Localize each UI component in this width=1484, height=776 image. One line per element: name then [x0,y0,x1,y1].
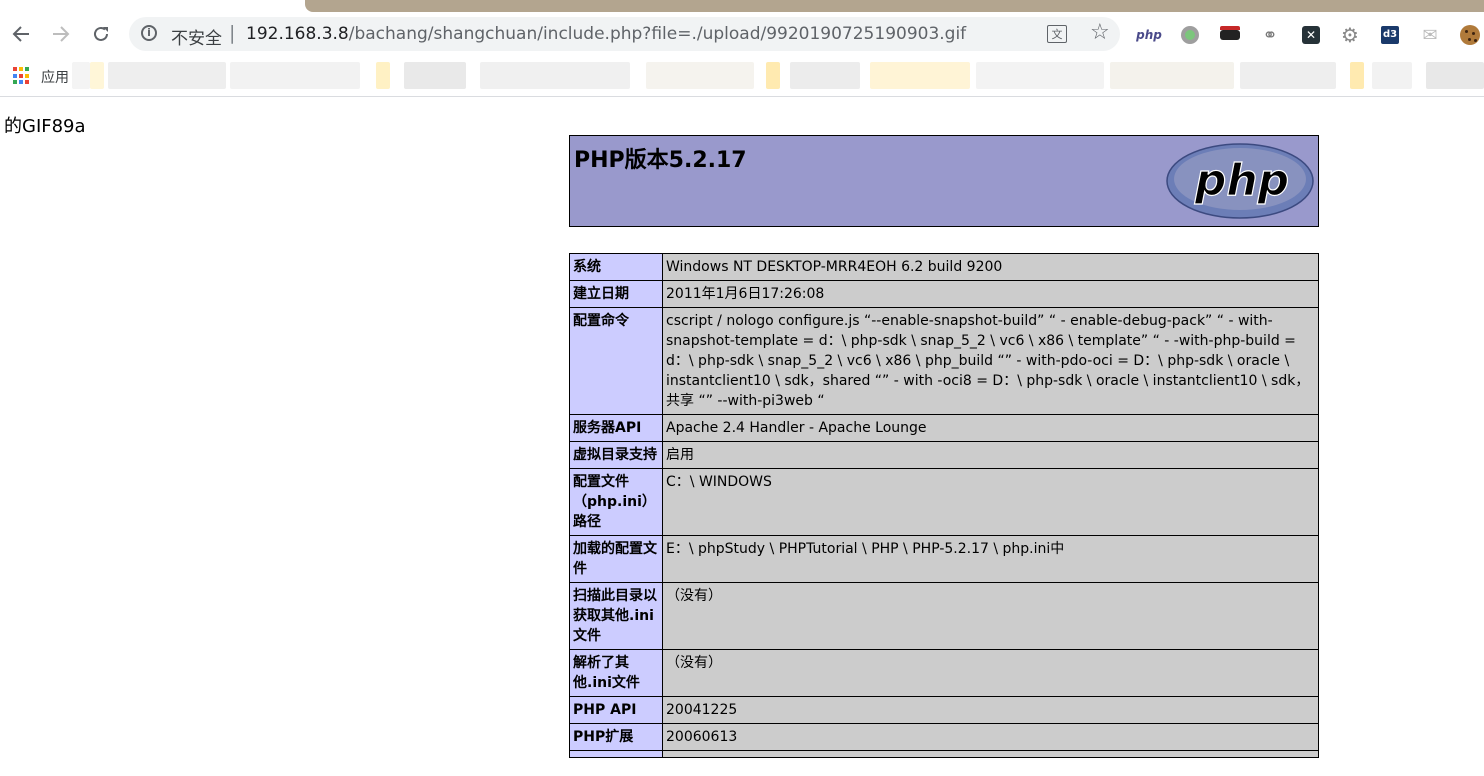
forward-arrow-icon [53,26,70,42]
row-value: C：\ WINDOWS [662,468,1319,536]
address-separator: | [229,22,236,44]
table-row: PHP API 20041225 [569,696,1319,724]
blurred-bookmark[interactable] [404,62,466,89]
php-extension-icon[interactable]: php [1136,24,1162,46]
php-logo-text: php [1194,155,1289,206]
row-key: 配置命令 [569,307,663,415]
security-label: 不安全 [171,29,222,49]
row-value: （没有） [662,582,1319,650]
table-row: 建立日期 2011年1月6日17:26:08 [569,280,1319,308]
table-row: 配置命令 cscript / nologo configure.js “--ena… [569,307,1319,415]
blurred-bookmark[interactable] [766,62,780,89]
green-dot-extension-icon[interactable] [1179,24,1201,46]
reload-button[interactable] [87,20,115,48]
row-value: cscript / nologo configure.js “--enable-… [662,307,1319,415]
table-row: 解析了其他.ini文件 （没有） [569,649,1319,697]
row-value: （没有） [662,649,1319,697]
row-key: 建立日期 [569,280,663,308]
link-extension-icon[interactable]: ⚭ [1259,24,1281,46]
url-path: /bachang/shangchuan/include.php?file=./u… [348,24,967,44]
table-row: 服务器API Apache 2.4 Handler - Apache Lounge [569,414,1319,442]
row-value: 20060613 [662,723,1319,751]
row-value: E：\ phpStudy \ PHPTutorial \ PHP \ PHP-5… [662,535,1319,583]
table-row: 系统 Windows NT DESKTOP-MRR4EOH 6.2 build 9… [569,253,1319,281]
back-button[interactable] [7,20,35,48]
cookie-extension-icon[interactable] [1459,24,1481,46]
x-extension-icon[interactable]: ✕ [1300,24,1322,46]
row-value: 2011年1月6日17:26:08 [662,280,1319,308]
address-bar[interactable]: i 不安全 | 192.168.3.8/bachang/shangchuan/i… [129,17,1120,51]
phpinfo-table: 系统 Windows NT DESKTOP-MRR4EOH 6.2 build 9… [569,253,1319,758]
row-key: 服务器API [569,414,663,442]
table-row: 配置文件（php.ini）路径 C：\ WINDOWS [569,468,1319,536]
info-icon[interactable]: i [141,25,157,41]
blurred-bookmark[interactable] [646,62,754,89]
row-key: PHP扩展 [569,723,663,751]
blurred-bookmark[interactable] [72,62,90,89]
blurred-bookmark[interactable] [976,62,1104,89]
blurred-bookmark[interactable] [1350,62,1364,89]
row-key: PHP API [569,696,663,724]
table-row: 加载的配置文件 E：\ phpStudy \ PHPTutorial \ PHP … [569,535,1319,583]
row-value: 20041225 [662,696,1319,724]
row-key: 加载的配置文件 [569,535,663,583]
translate-icon[interactable]: 文 [1047,25,1067,43]
row-key [569,750,663,758]
table-row: PHP扩展 20060613 [569,723,1319,751]
bookmarks-bar: 应用 [0,58,1484,97]
blurred-bookmark[interactable] [1110,62,1234,89]
tab-strip-background [305,0,1484,12]
row-value: 启用 [662,441,1319,469]
gif-header-text: 的GIF89a [4,116,86,137]
url-text[interactable]: 192.168.3.8/bachang/shangchuan/include.p… [246,24,966,44]
row-key: 系统 [569,253,663,281]
blurred-bookmark[interactable] [90,62,104,89]
apps-grid-icon[interactable] [13,67,31,85]
gear-extension-icon[interactable]: ⚙ [1339,23,1361,47]
reload-icon [94,26,108,41]
blurred-bookmark[interactable] [1240,62,1336,89]
blurred-bookmark[interactable] [1372,62,1412,89]
blurred-bookmark[interactable] [870,62,970,89]
phpinfo-header: PHP版本5.2.17 php [569,135,1319,227]
table-row [569,750,1319,758]
d3-extension-icon[interactable]: d3 [1379,24,1401,46]
blurred-bookmark[interactable] [480,62,630,89]
apps-label[interactable]: 应用 [41,67,69,87]
forward-button[interactable] [47,20,75,48]
mask-extension-icon[interactable] [1219,24,1241,46]
table-row: 虚拟目录支持 启用 [569,441,1319,469]
tab-strip [0,0,1484,12]
row-key: 配置文件（php.ini）路径 [569,468,663,536]
row-key: 解析了其他.ini文件 [569,649,663,697]
row-value: Apache 2.4 Handler - Apache Lounge [662,414,1319,442]
blurred-bookmark[interactable] [376,62,390,89]
row-key: 扫描此目录以获取其他.ini文件 [569,582,663,650]
browser-toolbar: i 不安全 | 192.168.3.8/bachang/shangchuan/i… [0,12,1484,58]
row-value [662,750,1319,758]
url-host: 192.168.3.8 [246,24,349,44]
blurred-bookmark[interactable] [108,62,226,89]
php-version-title: PHP版本5.2.17 [574,148,747,173]
row-value: Windows NT DESKTOP-MRR4EOH 6.2 build 920… [662,253,1319,281]
blurred-bookmark[interactable] [230,62,360,89]
blurred-bookmark[interactable] [790,62,860,89]
back-arrow-icon [12,26,29,42]
table-row: 扫描此目录以获取其他.ini文件 （没有） [569,582,1319,650]
blurred-bookmark[interactable] [1426,62,1484,89]
bookmark-star-icon[interactable]: ☆ [1090,20,1110,45]
php-logo-icon[interactable]: php [1166,143,1314,219]
row-key: 虚拟目录支持 [569,441,663,469]
mail-extension-icon[interactable]: ✉ [1419,24,1441,46]
